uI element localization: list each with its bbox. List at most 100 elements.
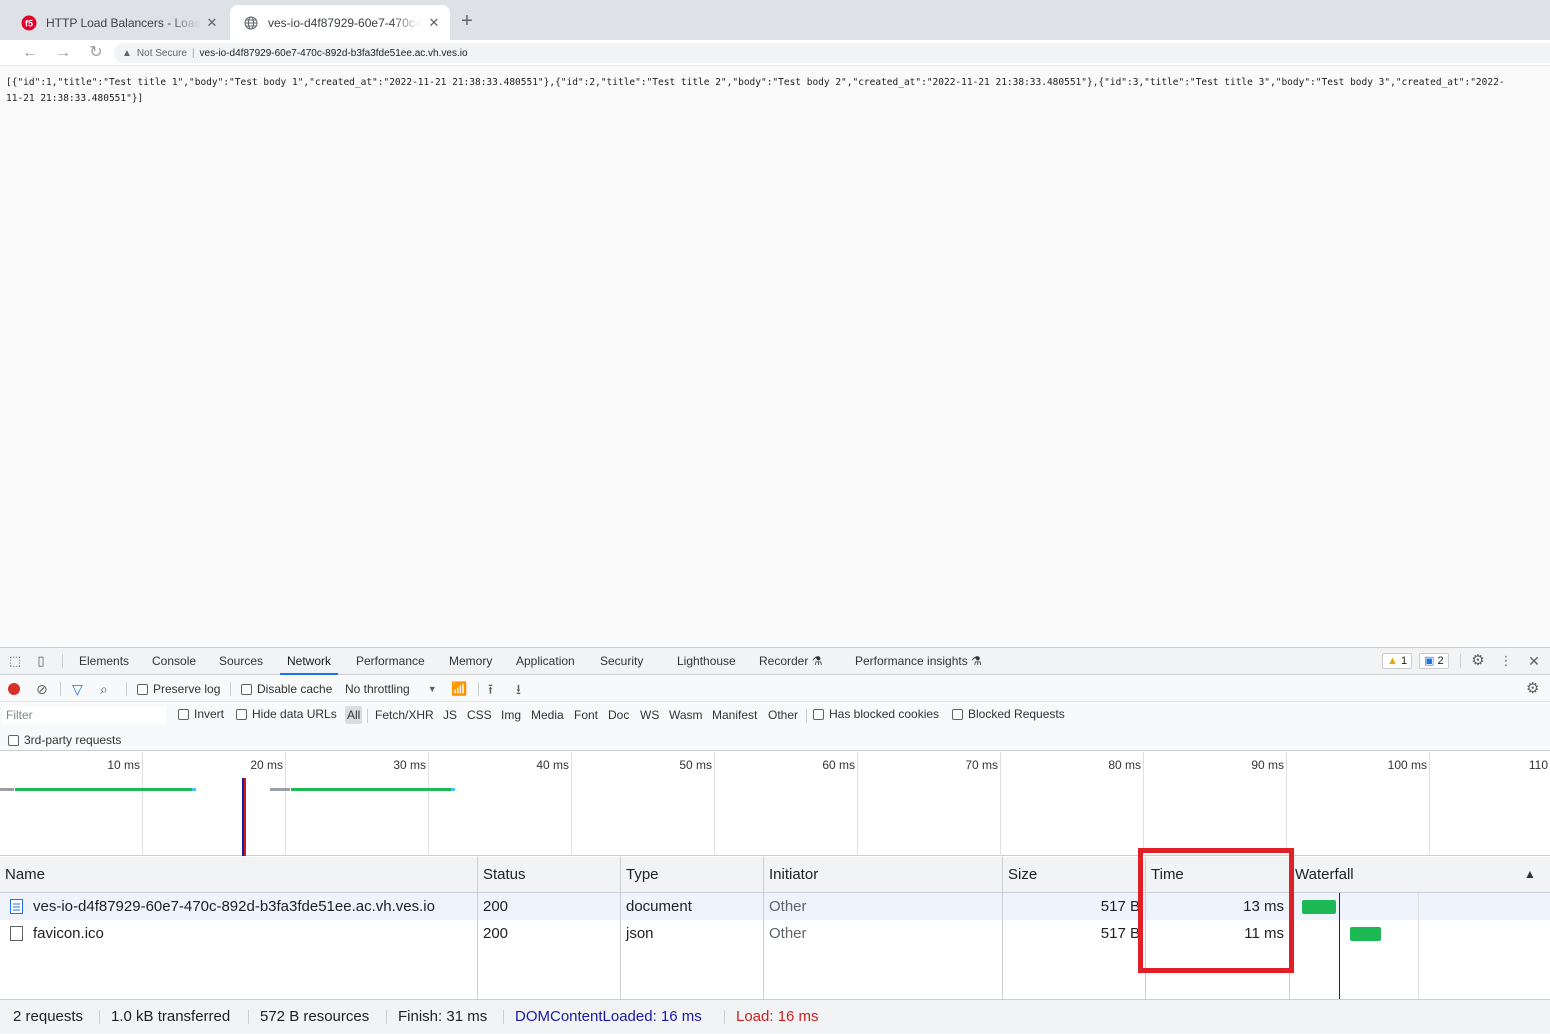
column-header-size[interactable]: Size: [1003, 857, 1037, 893]
tab-performance-insights[interactable]: Performance insights ⚗: [855, 648, 982, 675]
third-party-requests-checkbox[interactable]: 3rd-party requests: [8, 731, 121, 749]
tab-application[interactable]: Application: [516, 648, 575, 675]
browser-tab-load-balancers[interactable]: f5 HTTP Load Balancers - Load Balancers …: [8, 5, 228, 40]
column-divider[interactable]: [1145, 857, 1146, 999]
filter-type-other[interactable]: Other: [766, 706, 800, 724]
tab-sources[interactable]: Sources: [219, 648, 263, 675]
settings-gear-icon[interactable]: ⚙: [1469, 652, 1487, 670]
network-settings-gear-icon[interactable]: ⚙: [1526, 676, 1539, 702]
overview-request-bar: [192, 788, 196, 791]
waterfall-load-line: [1339, 893, 1340, 999]
new-tab-button[interactable]: +: [456, 10, 478, 32]
tab-performance[interactable]: Performance: [356, 648, 425, 675]
gridline: [428, 752, 429, 856]
reload-icon[interactable]: ↻: [86, 43, 106, 63]
request-size: 517 B: [1100, 898, 1140, 915]
column-divider[interactable]: [763, 857, 764, 999]
blocked-requests-checkbox[interactable]: Blocked Requests: [952, 701, 1065, 727]
column-header-name[interactable]: Name: [0, 857, 45, 893]
filter-type-js[interactable]: JS: [441, 706, 459, 724]
invert-checkbox[interactable]: Invert: [178, 701, 224, 727]
timeline-tick: 20 ms: [250, 758, 283, 772]
inspect-element-icon[interactable]: ⬚: [6, 652, 24, 670]
resources-size: 572 B resources: [260, 1008, 370, 1025]
hide-data-urls-checkbox[interactable]: Hide data URLs: [236, 701, 337, 727]
third-party-label: 3rd-party requests: [24, 733, 122, 747]
filter-type-manifest[interactable]: Manifest: [710, 706, 759, 724]
preserve-log-checkbox[interactable]: Preserve log: [137, 676, 220, 702]
filter-icon[interactable]: ▽: [72, 676, 83, 702]
checkbox[interactable]: [8, 734, 19, 746]
column-header-time[interactable]: Time: [1146, 857, 1184, 893]
blocked-requests-label: Blocked Requests: [968, 707, 1065, 721]
column-divider[interactable]: [620, 857, 621, 999]
network-status-bar: 2 requests 1.0 kB transferred 572 B reso…: [0, 999, 1550, 1033]
has-blocked-cookies-checkbox[interactable]: Has blocked cookies: [813, 701, 939, 727]
filter-type-media[interactable]: Media: [529, 706, 566, 724]
export-har-icon[interactable]: ⭳: [516, 676, 521, 702]
timeline-tick: 40 ms: [536, 758, 569, 772]
timeline-tick: 30 ms: [393, 758, 426, 772]
table-row[interactable]: ves-io-d4f87929-60e7-470c-892d-b3fa3fde5…: [0, 893, 1550, 920]
tab-lighthouse[interactable]: Lighthouse: [677, 648, 736, 675]
tab-label: Performance insights: [855, 654, 968, 668]
tab-console[interactable]: Console: [152, 648, 196, 675]
devtools-panel: ⬚ ▯ Elements Console Sources Network Per…: [0, 647, 1550, 1033]
filter-type-doc[interactable]: Doc: [606, 706, 631, 724]
checkbox[interactable]: [813, 708, 824, 720]
import-har-icon[interactable]: ⭱: [488, 676, 493, 702]
column-header-status[interactable]: Status: [478, 857, 526, 893]
network-conditions-icon[interactable]: 📶: [451, 676, 467, 702]
column-divider[interactable]: [1289, 857, 1290, 999]
divider: [367, 709, 368, 723]
checkbox[interactable]: [241, 683, 252, 695]
sort-ascending-icon[interactable]: ▲: [1524, 867, 1536, 881]
tab-recorder[interactable]: Recorder ⚗: [759, 648, 822, 675]
close-devtools-icon[interactable]: ✕: [1525, 652, 1543, 670]
close-tab-icon[interactable]: ✕: [426, 15, 442, 31]
tab-elements[interactable]: Elements: [79, 648, 129, 675]
checkbox[interactable]: [178, 708, 189, 720]
search-icon[interactable]: ⌕: [100, 676, 108, 702]
request-status: 200: [483, 925, 509, 942]
address-bar[interactable]: ▲ Not Secure | ves-io-d4f87929-60e7-470c…: [114, 43, 1550, 63]
tab-network[interactable]: Network: [280, 648, 339, 675]
filter-input[interactable]: Filter: [2, 706, 166, 724]
filter-type-wasm[interactable]: Wasm: [667, 706, 705, 724]
device-toolbar-icon[interactable]: ▯: [32, 652, 50, 670]
filter-type-fetch-xhr[interactable]: Fetch/XHR: [373, 706, 436, 724]
filter-type-font[interactable]: Font: [572, 706, 600, 724]
column-header-type[interactable]: Type: [621, 857, 659, 893]
filter-type-ws[interactable]: WS: [638, 706, 661, 724]
browser-tab-json-page[interactable]: ves-io-d4f87929-60e7-470c-892d-b3fa3fde5…: [230, 5, 450, 40]
requests-table-header: Name Status Type Initiator Size Time Wat…: [0, 857, 1550, 893]
warnings-badge[interactable]: ▲ 1: [1382, 653, 1413, 669]
network-overview-timeline[interactable]: 10 ms 20 ms 30 ms 40 ms 50 ms 60 ms 70 m…: [0, 752, 1550, 856]
timeline-tick: 100 ms: [1387, 758, 1427, 772]
column-divider[interactable]: [477, 857, 478, 999]
filter-type-css[interactable]: CSS: [465, 706, 494, 724]
throttling-select[interactable]: No throttling ▼: [345, 676, 437, 702]
column-header-waterfall[interactable]: Waterfall: [1290, 857, 1354, 893]
disable-cache-checkbox[interactable]: Disable cache: [241, 676, 332, 702]
tab-security[interactable]: Security: [600, 648, 643, 675]
filter-type-all[interactable]: All: [345, 706, 363, 724]
record-button[interactable]: [8, 676, 20, 702]
checkbox[interactable]: [137, 683, 148, 695]
filter-type-img[interactable]: Img: [499, 706, 523, 724]
svg-text:f5: f5: [25, 18, 33, 28]
close-tab-icon[interactable]: ✕: [204, 15, 220, 31]
table-row[interactable]: favicon.ico 200 json Other 517 B 11 ms: [0, 920, 1550, 947]
messages-badge[interactable]: ▣ 2: [1419, 653, 1449, 669]
dom-content-loaded-time: DOMContentLoaded: 16 ms: [515, 1008, 702, 1025]
column-header-initiator[interactable]: Initiator: [764, 857, 818, 893]
forward-icon[interactable]: →: [53, 43, 73, 63]
divider: [806, 709, 807, 723]
clear-icon[interactable]: ⊘: [36, 676, 48, 702]
checkbox[interactable]: [952, 708, 963, 720]
column-divider[interactable]: [1002, 857, 1003, 999]
checkbox[interactable]: [236, 708, 247, 720]
tab-memory[interactable]: Memory: [449, 648, 492, 675]
back-icon[interactable]: ←: [20, 43, 40, 63]
more-options-icon[interactable]: ⋮: [1497, 652, 1515, 670]
